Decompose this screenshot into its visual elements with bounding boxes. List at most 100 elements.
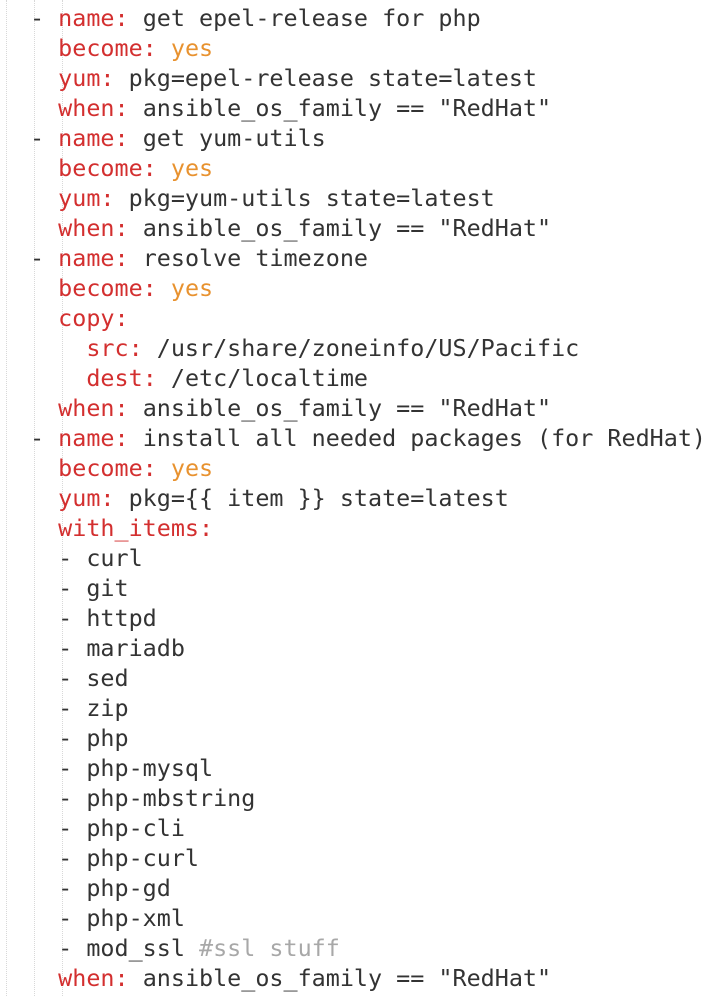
token-dash: - [30, 4, 59, 32]
token-text: - php-gd [30, 874, 171, 902]
code-line: copy: [30, 303, 129, 333]
token-key: become [58, 34, 143, 62]
token-text: pkg=yum-utils state=latest [114, 184, 495, 212]
token-key: become [58, 274, 143, 302]
token-text: - sed [30, 664, 129, 692]
token-text: - php-mbstring [30, 784, 256, 812]
token-bool: yes [170, 454, 214, 482]
code-line: - git [30, 573, 128, 603]
token-dash: - [30, 244, 59, 272]
token-text: install all needed packages (for RedHat) [128, 424, 706, 452]
token-colon: : [114, 304, 129, 332]
token-key: become [58, 154, 143, 182]
token-key: yum [58, 64, 101, 92]
indent-guide-level-0 [6, 0, 7, 996]
code-line: - php-mysql [30, 753, 213, 783]
code-line: - php-gd [30, 873, 171, 903]
token-colon: : [114, 424, 129, 452]
token-dash: - [30, 124, 59, 152]
token-colon: : [114, 124, 129, 152]
code-line: - php-curl [30, 843, 199, 873]
token-bool: yes [170, 274, 214, 302]
code-line: when: ansible_os_family == "RedHat" [30, 963, 551, 993]
token-colon: : [114, 94, 129, 122]
token-colon: : [114, 214, 129, 242]
token-text: get yum-utils [128, 124, 326, 152]
token-key: when [58, 394, 115, 422]
code-line: - php-xml [30, 903, 185, 933]
token-key: with_items [58, 514, 199, 542]
token-colon: : [142, 454, 157, 482]
code-line: - php-cli [30, 813, 185, 843]
token-text: - php-cli [30, 814, 185, 842]
token-comment: #ssl stuff [199, 934, 340, 962]
code-line: become: yes [30, 273, 213, 303]
token-key: yum [58, 484, 101, 512]
code-line: - curl [30, 543, 143, 573]
token-text: get epel-release for php [128, 4, 481, 32]
code-editor[interactable]: - name: get epel-release for php become:… [0, 0, 710, 996]
token-text: - php-xml [30, 904, 185, 932]
code-line: dest: /etc/localtime [30, 363, 368, 393]
token-bool: yes [170, 154, 214, 182]
token-colon: : [100, 184, 115, 212]
token-text: resolve timezone [128, 244, 369, 272]
token-text: ansible_os_family == "RedHat" [128, 94, 552, 122]
code-line: yum: pkg={{ item }} state=latest [30, 483, 509, 513]
token-key: src [86, 334, 129, 362]
token-bool: yes [170, 34, 214, 62]
token-key: yum [58, 184, 101, 212]
token-key: when [58, 964, 115, 992]
code-line: when: ansible_os_family == "RedHat" [30, 213, 551, 243]
token-key: dest [86, 364, 143, 392]
token-text: ansible_os_family == "RedHat" [128, 214, 552, 242]
token-key: name [58, 424, 115, 452]
code-line: - sed [30, 663, 129, 693]
token-text: /usr/share/zoneinfo/US/Pacific [142, 334, 580, 362]
token-colon: : [199, 514, 214, 542]
token-text: - zip [30, 694, 129, 722]
token-text: - php-curl [30, 844, 199, 872]
code-line: yum: pkg=epel-release state=latest [30, 63, 537, 93]
code-line: - name: resolve timezone [30, 243, 368, 273]
code-line: - php [30, 723, 128, 753]
code-line: when: ansible_os_family == "RedHat" [30, 393, 551, 423]
token-colon: : [142, 34, 157, 62]
code-line: when: ansible_os_family == "RedHat" [30, 93, 551, 123]
token-key: copy [58, 304, 115, 332]
token-colon: : [142, 274, 157, 302]
token-colon: : [128, 334, 143, 362]
token-text: - curl [30, 544, 143, 572]
token-dash: - [30, 424, 59, 452]
code-line: - name: get epel-release for php [30, 3, 481, 33]
token-colon: : [114, 394, 129, 422]
code-line: - mariadb [30, 633, 185, 663]
token-key: name [58, 4, 115, 32]
token-text: - mariadb [30, 634, 185, 662]
token-key: when [58, 214, 115, 242]
token-key: when [58, 94, 115, 122]
code-line: become: yes [30, 33, 213, 63]
token-text: ansible_os_family == "RedHat" [128, 394, 552, 422]
token-text: - php-mysql [30, 754, 214, 782]
token-key: name [58, 244, 115, 272]
code-line: - name: get yum-utils [30, 123, 326, 153]
token-text: /etc/localtime [156, 364, 369, 392]
token-text: - mod_ssl [30, 934, 199, 962]
code-line: yum: pkg=yum-utils state=latest [30, 183, 495, 213]
code-line: with_items: [30, 513, 213, 543]
token-colon: : [114, 4, 129, 32]
token-text: ansible_os_family == "RedHat" [128, 964, 552, 992]
